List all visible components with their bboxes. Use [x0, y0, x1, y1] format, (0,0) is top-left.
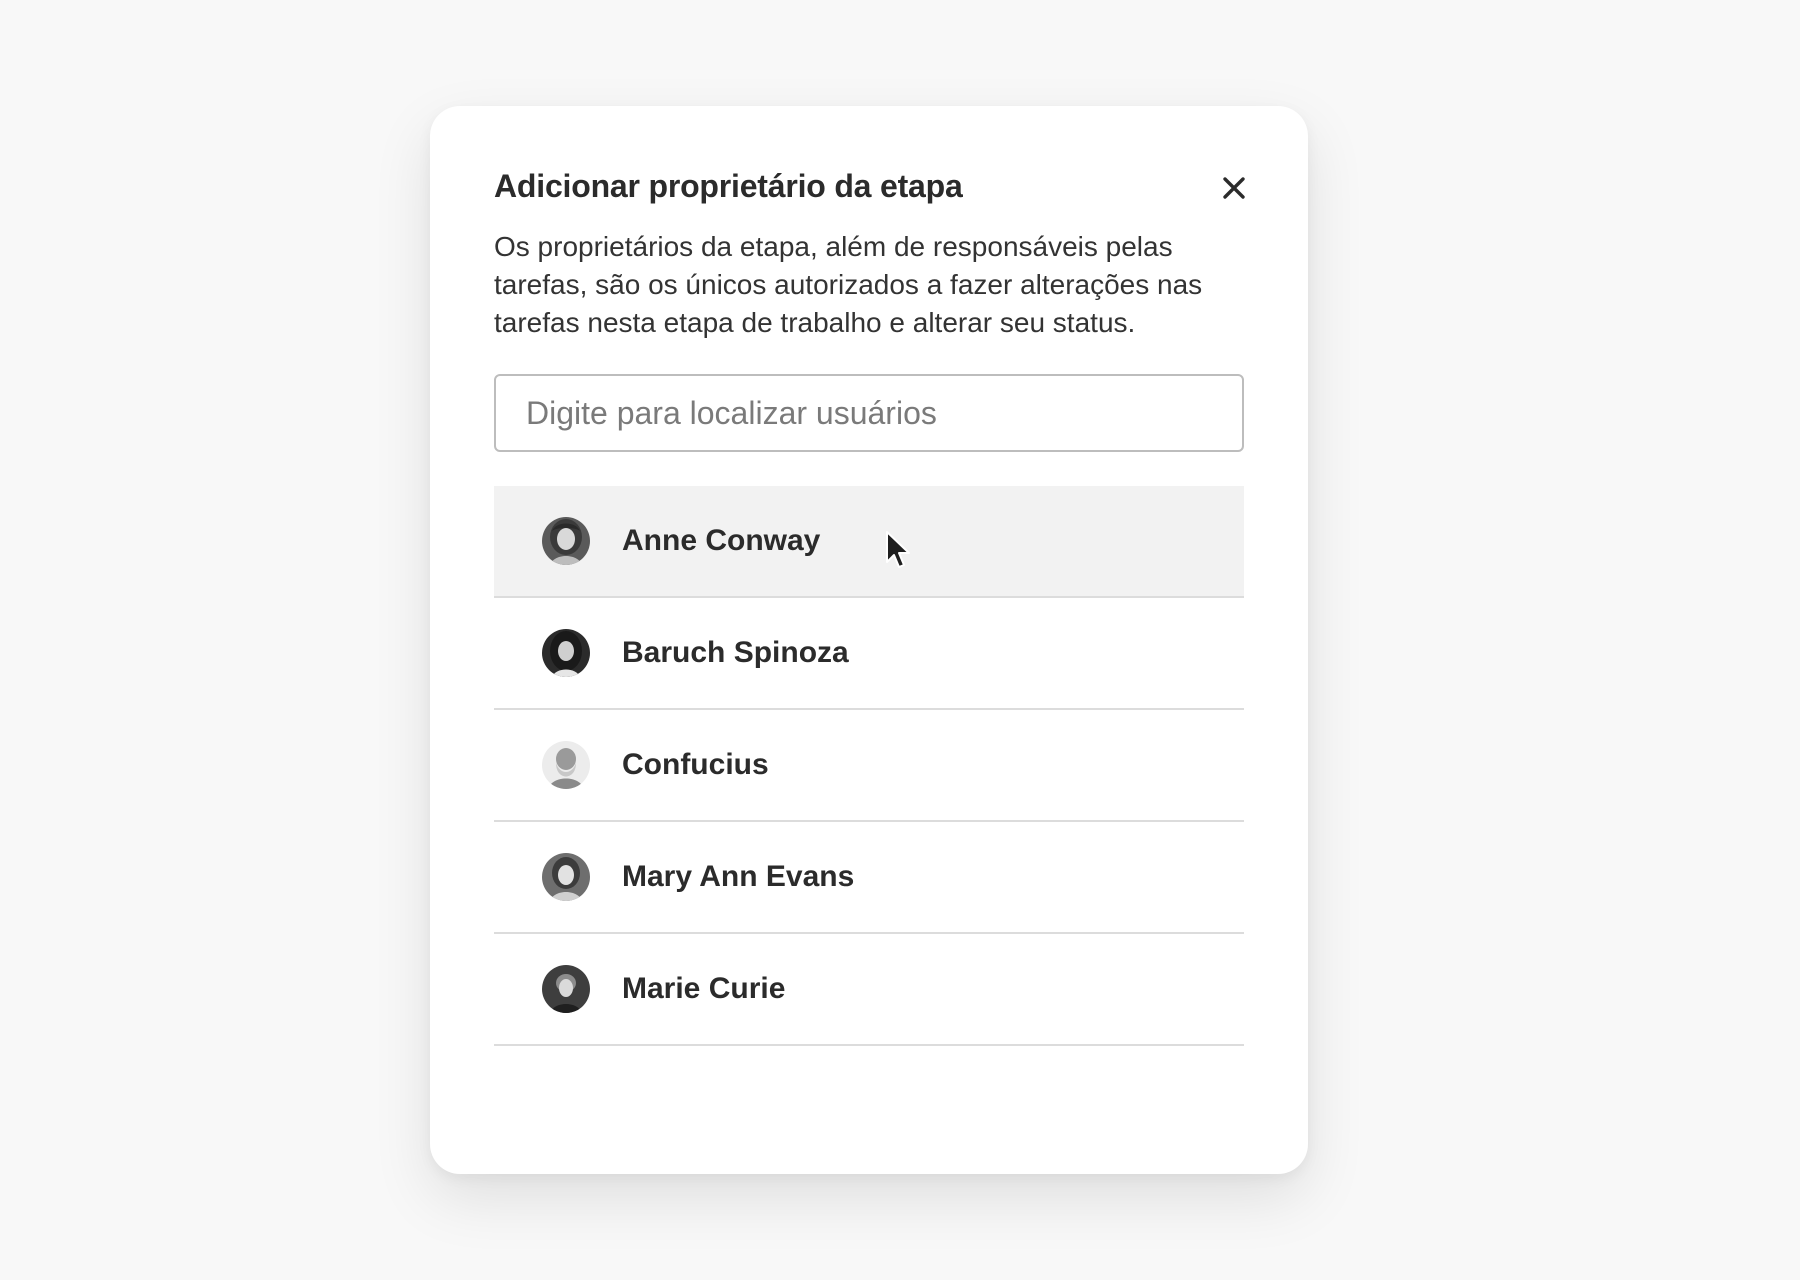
avatar-marie-curie [542, 965, 590, 1013]
user-name: Mary Ann Evans [622, 860, 855, 893]
user-list: Anne Conway Baruch Spinoza Confucius Mar… [494, 486, 1244, 1046]
add-stage-owner-dialog: Adicionar proprietário da etapa Os propr… [430, 106, 1308, 1174]
search-users-input[interactable] [494, 374, 1244, 452]
user-name: Confucius [622, 748, 769, 781]
user-row-baruch-spinoza[interactable]: Baruch Spinoza [494, 598, 1244, 710]
user-row-mary-ann-evans[interactable]: Mary Ann Evans [494, 822, 1244, 934]
avatar-confucius [542, 741, 590, 789]
user-name: Marie Curie [622, 972, 786, 1005]
user-row-marie-curie[interactable]: Marie Curie [494, 934, 1244, 1046]
avatar-anne-conway [542, 517, 590, 565]
avatar-baruch-spinoza [542, 629, 590, 677]
user-name: Anne Conway [622, 524, 821, 557]
close-button[interactable] [1214, 168, 1254, 208]
dialog-description: Os proprietários da etapa, além de respo… [494, 231, 1203, 338]
user-row-anne-conway[interactable]: Anne Conway [494, 486, 1244, 598]
dialog-title: Adicionar proprietário da etapa [494, 168, 963, 204]
avatar-mary-ann-evans [542, 853, 590, 901]
close-icon [1223, 177, 1245, 199]
user-row-confucius[interactable]: Confucius [494, 710, 1244, 822]
user-name: Baruch Spinoza [622, 636, 849, 669]
